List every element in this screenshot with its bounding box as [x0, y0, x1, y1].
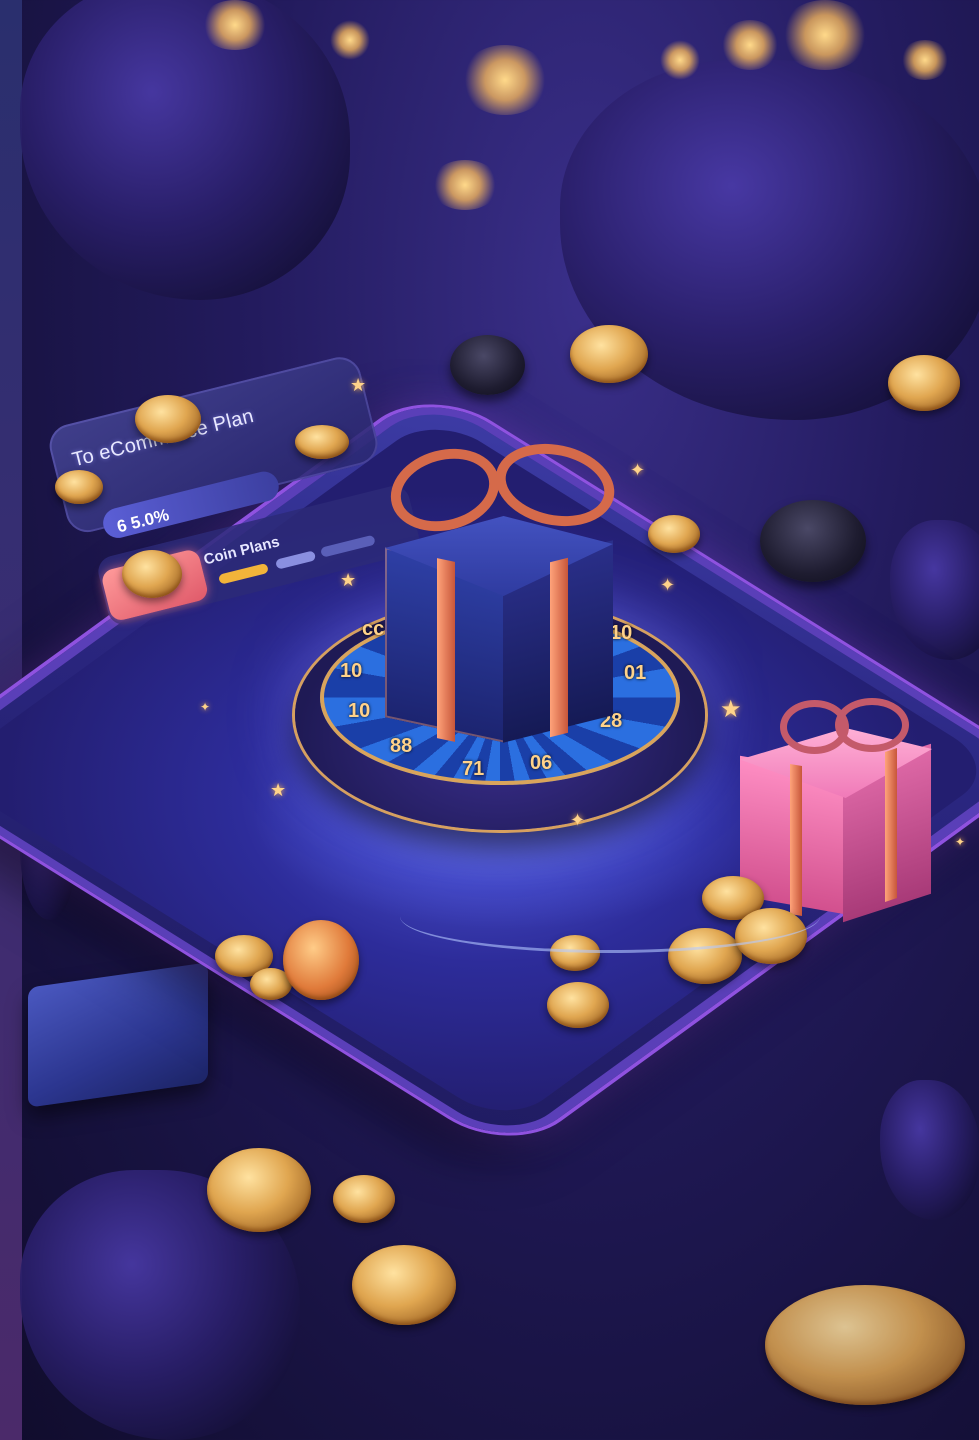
- sparkle-icon: ★: [270, 780, 287, 801]
- dark-token: [450, 335, 525, 395]
- gift-bow: [835, 698, 909, 752]
- gift-ribbon: [437, 558, 455, 742]
- wheel-number: 88: [390, 735, 413, 757]
- bokeh-light: [720, 20, 780, 70]
- sparkle-icon: ✦: [200, 700, 211, 714]
- screen-glare: [400, 880, 820, 953]
- coin-icon: [765, 1285, 965, 1405]
- sparkle-icon: ★: [350, 375, 367, 396]
- bokeh-light: [660, 40, 700, 80]
- sparkle-icon: ✦: [630, 460, 646, 481]
- gift-ribbon: [790, 763, 802, 917]
- gift-ribbon: [550, 557, 568, 738]
- wheel-number: 71: [462, 758, 485, 780]
- bokeh-light: [430, 160, 500, 210]
- gift-box-icon: [381, 433, 623, 743]
- sparkle-icon: ★: [340, 570, 357, 591]
- bokeh-light: [460, 45, 550, 115]
- sparkle-icon: ✦: [955, 835, 966, 849]
- coin-icon: [547, 982, 609, 1028]
- coin-icon: [295, 425, 349, 459]
- wheel-number: 01: [624, 662, 647, 684]
- coin-icon: [207, 1148, 311, 1232]
- coin-icon: [333, 1175, 395, 1223]
- bokeh-light: [330, 20, 370, 60]
- dark-token: [760, 500, 866, 582]
- coin-icon: [352, 1245, 456, 1325]
- sparkle-icon: ✦: [570, 810, 586, 831]
- sparkle-icon: ✦: [660, 575, 676, 596]
- coin-icon: [283, 920, 359, 1000]
- gift-box-icon: [740, 698, 935, 923]
- coin-icon: [135, 395, 201, 443]
- coin-icon: [648, 515, 700, 553]
- coin-icon: [122, 550, 182, 598]
- coin-icon: [888, 355, 960, 411]
- coin-icon: [55, 470, 103, 504]
- coin-icon: [570, 325, 648, 383]
- bokeh-light: [780, 0, 870, 70]
- wheel-number: cc: [362, 618, 385, 640]
- sparkle-icon: ★: [720, 695, 742, 723]
- fabric-shape-top-left: [20, 0, 350, 300]
- wheel-number: 10: [348, 700, 371, 722]
- wheel-number: 10: [340, 660, 363, 682]
- wheel-number: 06: [530, 752, 553, 774]
- bokeh-light: [200, 0, 270, 50]
- gift-ribbon: [885, 748, 897, 902]
- bokeh-light: [900, 40, 950, 80]
